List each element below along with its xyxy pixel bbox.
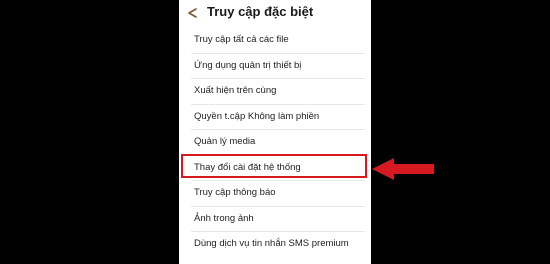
- red-arrow-icon: [372, 157, 436, 181]
- page-title: Truy cập đặc biệt: [207, 4, 314, 19]
- settings-panel: Truy cập đặc biệt Truy cập tất cả các fi…: [179, 0, 371, 264]
- list-item-picture-in-picture[interactable]: Ảnh trong ảnh: [191, 207, 365, 232]
- list-item-label: Xuất hiện trên cùng: [194, 85, 277, 96]
- list-item-notification-access[interactable]: Truy cập thông báo: [191, 181, 365, 207]
- special-access-list: Truy cập tất cả các file Ứng dụng quản t…: [179, 28, 371, 258]
- list-item-label: Quyền t.cập Không làm phiền: [194, 110, 320, 122]
- screenshot-stage: Truy cập đặc biệt Truy cập tất cả các fi…: [0, 0, 550, 264]
- list-item-label: Truy cập tất cả các file: [194, 34, 289, 45]
- list-item-label: Ảnh trong ảnh: [194, 212, 254, 224]
- list-item-premium-sms[interactable]: Dùng dịch vụ tin nhắn SMS premium: [191, 232, 365, 258]
- page-header: Truy cập đặc biệt: [179, 0, 371, 28]
- list-item-label: Quản lý media: [194, 136, 256, 147]
- list-item-do-not-disturb[interactable]: Quyền t.cập Không làm phiền: [191, 105, 365, 130]
- list-item-label: Truy cập thông báo: [194, 187, 276, 198]
- list-item-media-management[interactable]: Quản lý media: [191, 130, 365, 156]
- list-item-label: Ứng dụng quản trị thiết bị: [194, 59, 302, 71]
- list-item-all-files[interactable]: Truy cập tất cả các file: [191, 28, 365, 54]
- highlight-box: [181, 154, 367, 178]
- back-arrow-icon[interactable]: [185, 5, 199, 19]
- list-item-label: Dùng dịch vụ tin nhắn SMS premium: [194, 238, 349, 249]
- list-item-display-over[interactable]: Xuất hiện trên cùng: [191, 79, 365, 105]
- list-item-device-admin[interactable]: Ứng dụng quản trị thiết bị: [191, 54, 365, 79]
